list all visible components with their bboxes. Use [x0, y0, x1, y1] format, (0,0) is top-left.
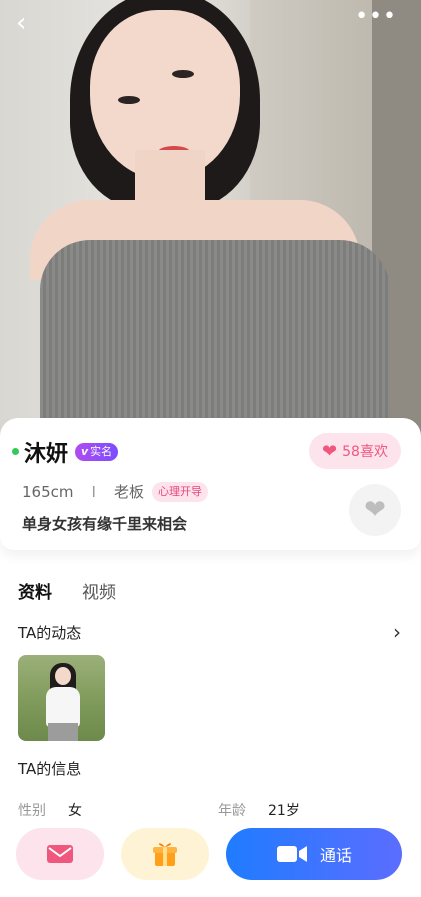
info-age-label: 年龄: [218, 803, 246, 816]
photo-shirt: [40, 240, 390, 440]
profile-stats: 165cm I 老板 心理开导: [22, 481, 208, 502]
photo-eye-right: [172, 70, 194, 78]
gift-icon: [153, 843, 177, 866]
thumb-skirt: [48, 723, 78, 741]
verified-v-icon: v: [81, 445, 89, 458]
call-label: 通话: [319, 846, 352, 865]
psych-tag: 心理开导: [151, 481, 208, 502]
gift-button[interactable]: [121, 828, 209, 880]
verified-badge-label: 实名: [90, 445, 113, 458]
tab-videos[interactable]: 视频: [82, 578, 116, 603]
verified-badge: v 实名: [75, 443, 119, 461]
back-arrow-icon[interactable]: ‹: [16, 8, 46, 38]
profile-bio: 单身女孩有缘千里来相会: [22, 515, 188, 533]
like-button[interactable]: ❤: [349, 484, 401, 536]
info-gender-value: 女: [68, 803, 82, 816]
photo-eye-left: [118, 96, 140, 104]
video-camera-icon: [276, 846, 307, 862]
tab-profile[interactable]: 资料: [18, 578, 52, 603]
info-row: 性别 女 年龄 21岁: [18, 800, 418, 816]
info-title: TA的信息: [18, 760, 82, 778]
video-call-button[interactable]: 通话: [226, 828, 402, 880]
thumb-face: [55, 667, 71, 685]
envelope-icon: [47, 845, 73, 863]
profile-tabs: 资料 视频: [18, 578, 116, 603]
more-dots-icon[interactable]: •••: [355, 4, 397, 29]
height-value: 165cm: [22, 482, 74, 501]
online-status-dot: [12, 448, 19, 455]
info-age-value: 21岁: [268, 803, 300, 816]
profile-photo[interactable]: [0, 0, 421, 440]
moments-title: TA的动态: [18, 624, 82, 642]
likes-count-pill: ❤ 58喜欢: [309, 433, 401, 469]
profile-name: 沐妍: [24, 442, 69, 467]
moment-thumbnail[interactable]: [18, 655, 105, 741]
heart-icon: ❤: [322, 440, 338, 462]
message-button[interactable]: [16, 828, 104, 880]
heart-outline-icon: ❤: [364, 495, 386, 525]
thumb-body: [46, 687, 80, 727]
stats-separator: I: [91, 482, 96, 501]
chevron-right-icon[interactable]: ›: [393, 620, 401, 644]
info-gender-label: 性别: [18, 803, 46, 816]
likes-count: 58喜欢: [342, 444, 388, 460]
occupation-value: 老板: [113, 483, 144, 501]
